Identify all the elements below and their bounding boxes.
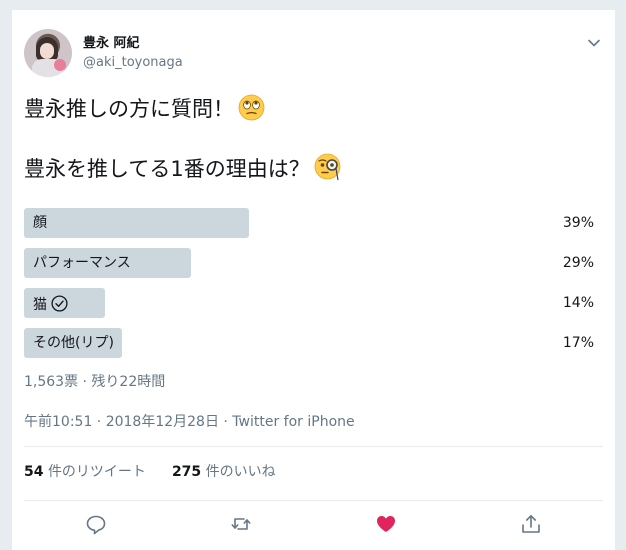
retweets-count: 54 — [24, 464, 44, 480]
tweet-text-line: 豊永推しの方に質問！ — [24, 94, 265, 123]
tweet-timestamp[interactable]: 午前10:51 · 2018年12月28日 · Twitter for iPho… — [24, 414, 355, 431]
poll-option-percent: 14% — [562, 295, 594, 311]
heart-icon[interactable] — [375, 513, 397, 535]
reply-icon[interactable] — [85, 513, 107, 535]
divider — [24, 500, 603, 501]
user-handle[interactable]: @aki_toyonaga — [83, 55, 183, 71]
likes-label: 件のいいね — [205, 464, 276, 480]
poll-option-label: パフォーマンス — [33, 255, 131, 271]
poll-option-label: 顔 — [33, 215, 47, 231]
user-name[interactable]: 豊永 阿紀 — [83, 36, 140, 52]
tweet-text-line: 豊永を推してる1番の理由は？ — [24, 153, 342, 183]
tweet-card: 豊永 阿紀 @aki_toyonaga 豊永推しの方に質問！ 豊永を推してる1番… — [12, 10, 615, 550]
poll-option: 猫 14% — [24, 288, 594, 318]
tweet-text: 豊永を推してる1番の理由は？ — [24, 157, 310, 181]
poll-bar — [24, 208, 249, 238]
retweets-stat[interactable]: 54 件のリツイート — [24, 464, 146, 480]
poll-option-label-wrap: 猫 — [33, 295, 68, 314]
poll-option-percent: 39% — [562, 215, 594, 231]
poll-option-percent: 17% — [562, 335, 594, 351]
rolling-eyes-emoji-icon — [238, 94, 265, 121]
retweet-icon[interactable] — [230, 513, 252, 535]
poll-summary: 1,563票 · 残り22時間 — [24, 374, 166, 390]
monocle-face-emoji-icon — [314, 153, 341, 181]
chevron-down-icon[interactable] — [587, 36, 601, 50]
likes-count: 275 — [171, 464, 202, 480]
poll-option-label: 猫 — [33, 297, 47, 313]
poll-option-percent: 29% — [562, 255, 594, 271]
poll-option: パフォーマンス 29% — [24, 248, 594, 278]
poll-option: 顔 39% — [24, 208, 594, 238]
divider — [24, 446, 603, 447]
retweets-label: 件のリツイート — [47, 464, 146, 480]
share-icon[interactable] — [520, 513, 542, 535]
poll-option-label: その他(リプ) — [33, 335, 114, 351]
tweet-text: 豊永推しの方に質問！ — [24, 97, 234, 121]
avatar[interactable] — [24, 29, 72, 77]
likes-stat[interactable]: 275 件のいいね — [172, 464, 276, 480]
tweet-stats: 54 件のリツイート 275 件のいいね — [24, 464, 276, 481]
poll-option: その他(リプ) 17% — [24, 328, 594, 358]
checkmark-circle-icon — [51, 295, 68, 312]
